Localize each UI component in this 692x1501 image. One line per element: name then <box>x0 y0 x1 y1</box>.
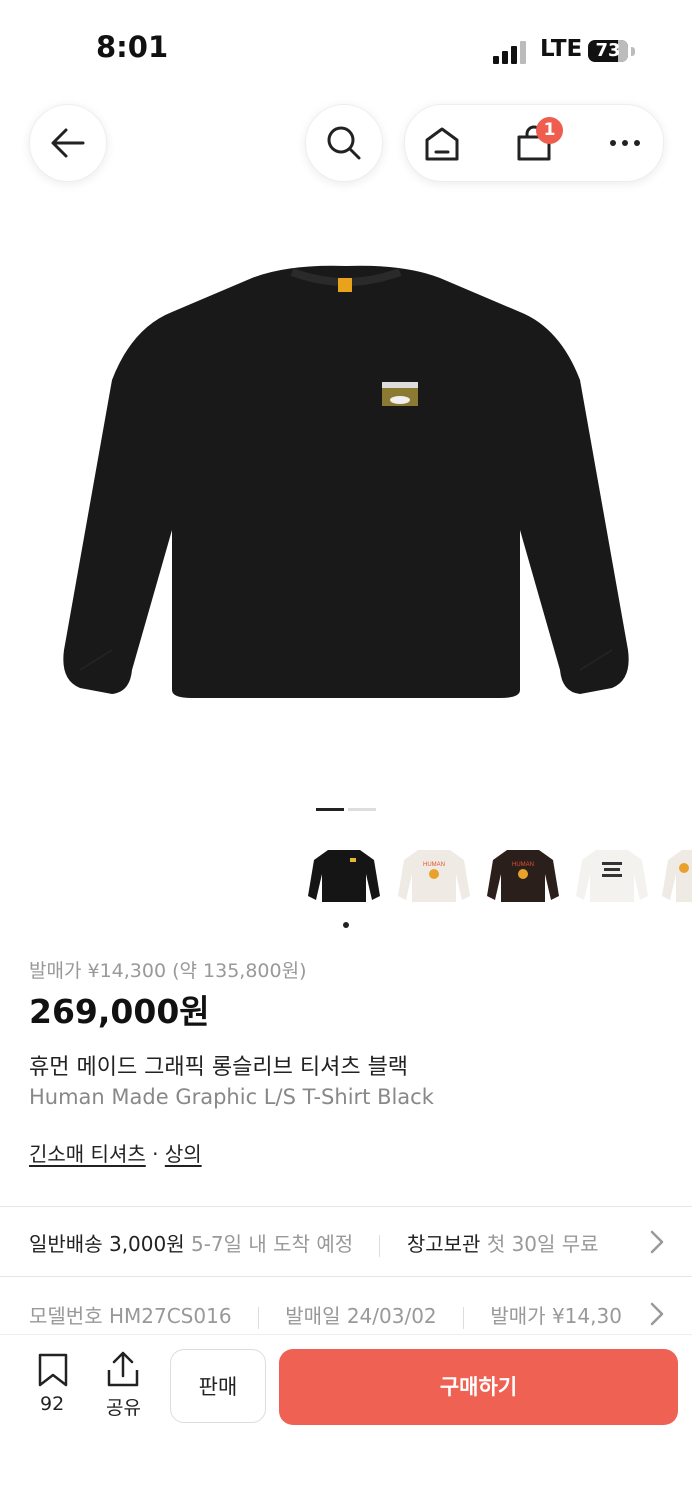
category-separator: · <box>145 1142 165 1166</box>
shipping-separator <box>379 1234 381 1257</box>
back-button[interactable] <box>29 104 107 182</box>
model-label: 모델번호 <box>29 1304 103 1328</box>
storage-label: 창고보관 <box>406 1232 481 1256</box>
info-row[interactable]: 모델번호 HM27CS016 발매일 24/03/02 발매가 ¥14,30 <box>29 1300 639 1329</box>
chevron-right-icon[interactable] <box>650 1230 664 1254</box>
chevron-right-icon[interactable] <box>650 1302 664 1326</box>
model-value: HM27CS016 <box>108 1304 232 1328</box>
thumbnail-brown[interactable]: HUMAN <box>487 840 559 910</box>
svg-text:HUMAN: HUMAN <box>512 862 534 868</box>
bookmark-count: 92 <box>40 1393 65 1415</box>
release-date-label: 발매일 <box>285 1304 341 1328</box>
network-label: LTE <box>540 36 583 62</box>
share-icon[interactable] <box>106 1350 140 1388</box>
category-sub-link[interactable]: 상의 <box>165 1142 202 1166</box>
release-price-label: 발매가 <box>490 1304 546 1328</box>
image-indicator-inactive <box>348 808 376 811</box>
battery-tip <box>631 47 635 56</box>
shipping-eta: 5-7일 내 도착 예정 <box>190 1232 354 1256</box>
thumbnail-white[interactable]: HUMAN <box>398 840 470 910</box>
product-image[interactable] <box>0 230 692 790</box>
info-separator <box>257 1306 259 1329</box>
thumbnail-partial[interactable] <box>662 840 692 910</box>
arrow-left-icon <box>51 128 85 158</box>
cart-count-badge: 1 <box>536 117 563 144</box>
share-label: 공유 <box>106 1397 141 1419</box>
category-breadcrumb: 긴소매 티셔츠 · 상의 <box>29 1138 202 1167</box>
more-icon[interactable] <box>609 139 641 147</box>
status-bar: 8:01 LTE 73 <box>0 0 692 100</box>
release-price: 발매가 ¥14,300 (약 135,800원) <box>29 960 307 982</box>
status-time: 8:01 <box>96 30 169 64</box>
thumbnail-white-text[interactable] <box>576 840 648 910</box>
search-icon <box>327 126 361 160</box>
thumbnail-selected-dot <box>343 922 349 928</box>
product-name-ko: 휴먼 메이드 그래픽 롱슬리브 티셔츠 블랙 <box>29 1055 409 1080</box>
section-divider <box>0 1276 692 1277</box>
thumbnail-black[interactable] <box>308 840 380 910</box>
bookmark-icon[interactable] <box>37 1352 69 1388</box>
info-separator <box>463 1306 465 1329</box>
battery-level: 73 <box>595 40 621 61</box>
shipping-label: 일반배송 <box>29 1232 103 1256</box>
tshirt-illustration <box>63 265 629 698</box>
storage-note: 첫 30일 무료 <box>486 1232 599 1256</box>
search-button[interactable] <box>305 104 383 182</box>
section-divider <box>0 1206 692 1207</box>
shipping-row[interactable]: 일반배송 3,000원 5-7일 내 도착 예정 창고보관 첫 30일 무료 <box>29 1228 599 1257</box>
shipping-fee: 3,000원 <box>108 1232 185 1256</box>
image-indicator-active <box>316 808 344 811</box>
release-price-value: ¥14,30 <box>551 1304 622 1328</box>
nav-pill <box>404 104 664 182</box>
battery-icon: 73 <box>588 40 628 62</box>
home-icon[interactable] <box>423 125 461 163</box>
sell-button[interactable]: 판매 <box>170 1349 266 1423</box>
buy-button[interactable]: 구매하기 <box>279 1349 678 1425</box>
category-main-link[interactable]: 긴소매 티셔츠 <box>29 1142 146 1166</box>
svg-text:HUMAN: HUMAN <box>423 862 445 868</box>
neck-tag <box>338 278 352 292</box>
price: 269,000원 <box>29 992 210 1031</box>
product-name-en: Human Made Graphic L/S T-Shirt Black <box>29 1085 434 1109</box>
release-date-value: 24/03/02 <box>346 1304 437 1328</box>
signal-icon <box>493 40 529 64</box>
